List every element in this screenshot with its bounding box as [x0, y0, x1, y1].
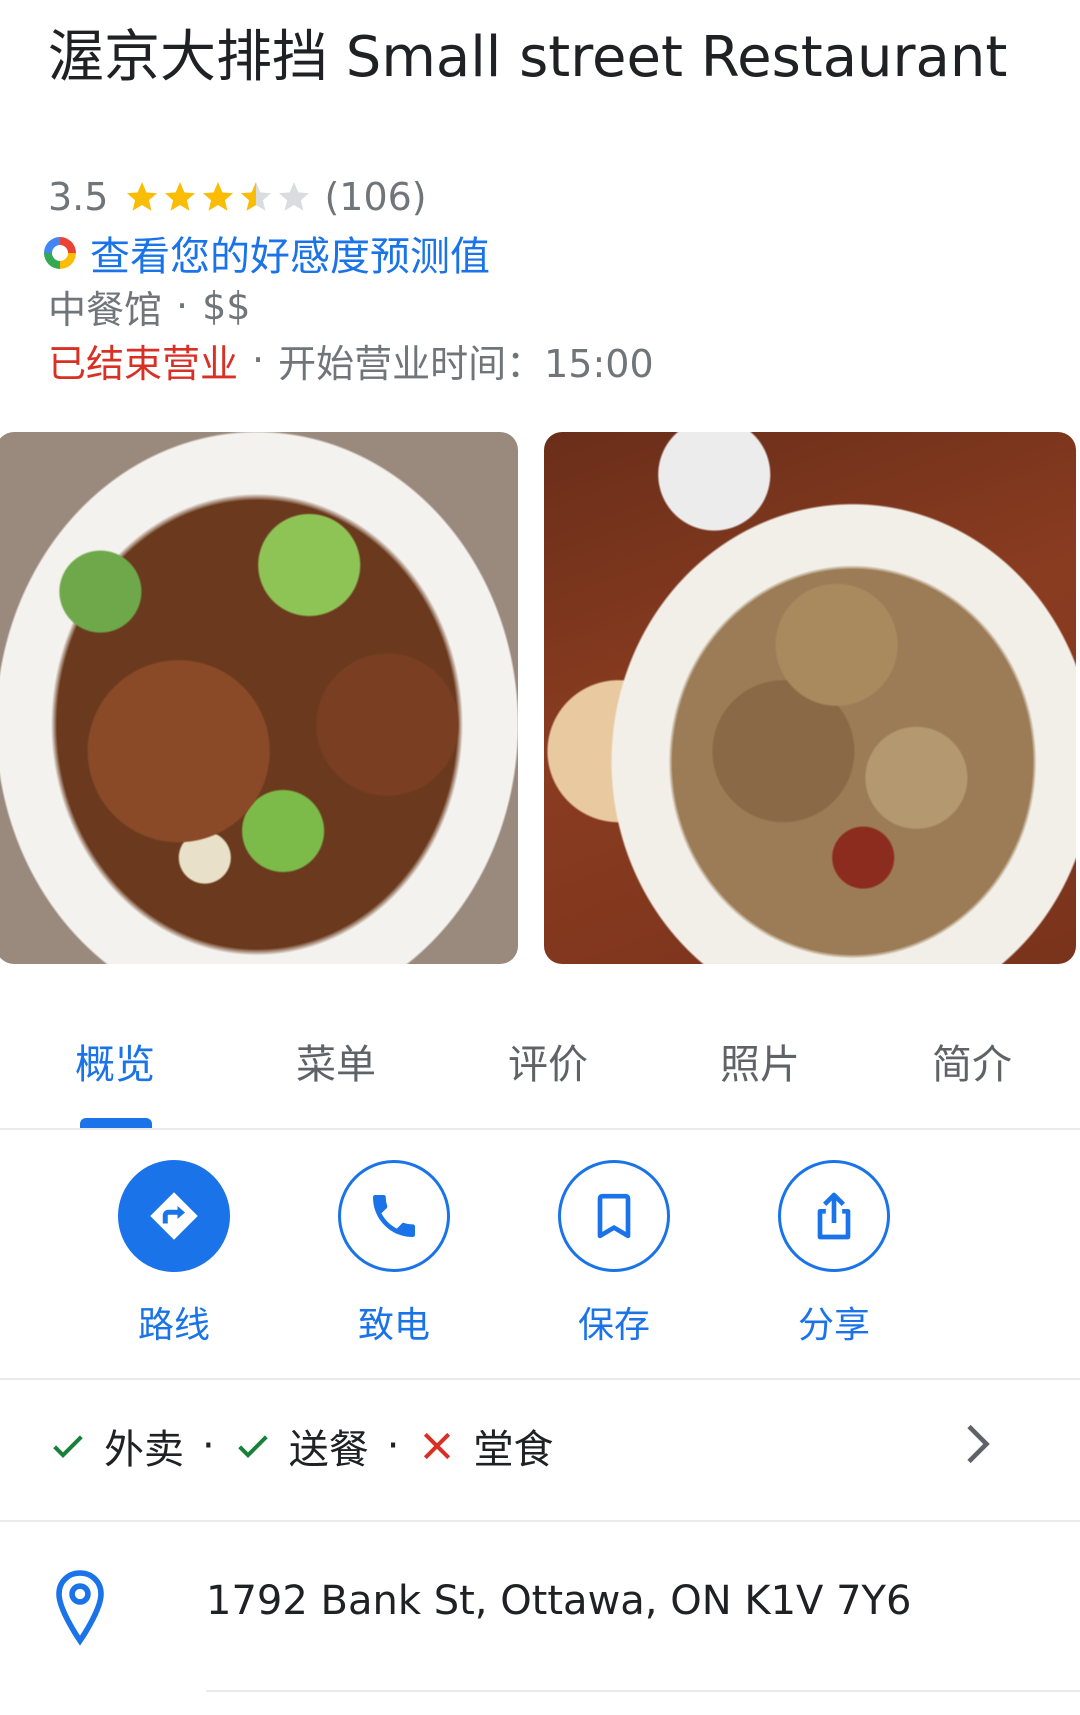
category-separator: ·: [176, 284, 189, 328]
directions-label: 路线: [137, 1305, 210, 1346]
rating-stars: [124, 179, 314, 215]
address-row[interactable]: 1792 Bank St, Ottawa, ON K1V 7Y6: [0, 1568, 1080, 1648]
prediction-link[interactable]: 查看您的好感度预测值: [44, 226, 490, 280]
hours-separator: ·: [252, 338, 265, 382]
directions-icon: [118, 1160, 230, 1272]
share-icon: [778, 1160, 890, 1272]
share-label: 分享: [797, 1305, 870, 1346]
bookmark-icon: [558, 1160, 670, 1272]
tab-reviews[interactable]: 评价: [442, 1020, 654, 1128]
check-icon: [237, 1435, 268, 1458]
save-label: 保存: [577, 1305, 650, 1346]
photo-dish-peppers[interactable]: [0, 432, 518, 964]
directions-button[interactable]: 路线: [84, 1160, 264, 1348]
star-full-icon: [165, 182, 196, 211]
check-icon: [53, 1435, 83, 1458]
share-button[interactable]: 分享: [744, 1160, 924, 1348]
call-label: 致电: [357, 1305, 430, 1346]
tab-bar: 概览 菜单 评价 照片 简介: [0, 1020, 1080, 1130]
address-text: 1792 Bank St, Ottawa, ON K1V 7Y6: [206, 1578, 912, 1624]
service-label: 外卖: [104, 1427, 184, 1473]
star-full-icon: [203, 182, 234, 211]
action-bar: 路线 致电 保存 分享: [0, 1160, 1080, 1380]
phone-icon: [338, 1160, 450, 1272]
star-empty-icon: [279, 182, 310, 211]
service-takeout: 外卖: [48, 1417, 184, 1475]
tab-menu[interactable]: 菜单: [230, 1020, 442, 1128]
service-separator: ·: [202, 1423, 215, 1469]
open-status: 已结束营业: [48, 341, 239, 386]
service-dine-in: 堂食: [417, 1417, 553, 1475]
tab-about[interactable]: 简介: [866, 1020, 1078, 1128]
place-title: 渥京大排挡 Small street Restaurant: [48, 25, 1008, 90]
hours-row[interactable]: 已结束营业 · 开始营业时间：15:00: [48, 334, 654, 386]
call-button[interactable]: 致电: [304, 1160, 484, 1348]
tab-overview[interactable]: 概览: [0, 1020, 230, 1128]
chevron-right-icon[interactable]: [948, 1416, 1004, 1472]
rating-row[interactable]: 3.5 (106): [48, 172, 427, 222]
save-button[interactable]: 保存: [524, 1160, 704, 1348]
opening-time: 开始营业时间：15:00: [278, 341, 654, 386]
category-row: 中餐馆 · $$: [48, 280, 250, 332]
service-separator: ·: [386, 1423, 400, 1469]
tab-photos[interactable]: 照片: [654, 1020, 866, 1128]
star-full-icon: [127, 182, 158, 211]
prediction-link-label: 查看您的好感度预测值: [90, 234, 490, 280]
photo-dish-basket[interactable]: [544, 432, 1076, 964]
divider: [0, 1378, 1080, 1380]
price-level: $$: [202, 284, 251, 328]
service-delivery: 送餐: [233, 1417, 369, 1475]
star-half-icon: [241, 182, 272, 211]
rating-value: 3.5: [48, 175, 109, 219]
category: 中餐馆: [48, 287, 163, 332]
active-tab-indicator: [80, 1118, 152, 1128]
review-count: (106): [324, 175, 427, 219]
location-pin-icon: [56, 1570, 104, 1646]
service-label: 送餐: [288, 1427, 369, 1473]
service-options-row[interactable]: 外卖 · 送餐 · 堂食: [48, 1410, 1048, 1482]
google-logo-icon: [44, 237, 76, 269]
cross-icon: [424, 1432, 451, 1460]
divider: [0, 1520, 1080, 1522]
divider: [206, 1690, 1080, 1692]
service-label: 堂食: [473, 1427, 554, 1473]
